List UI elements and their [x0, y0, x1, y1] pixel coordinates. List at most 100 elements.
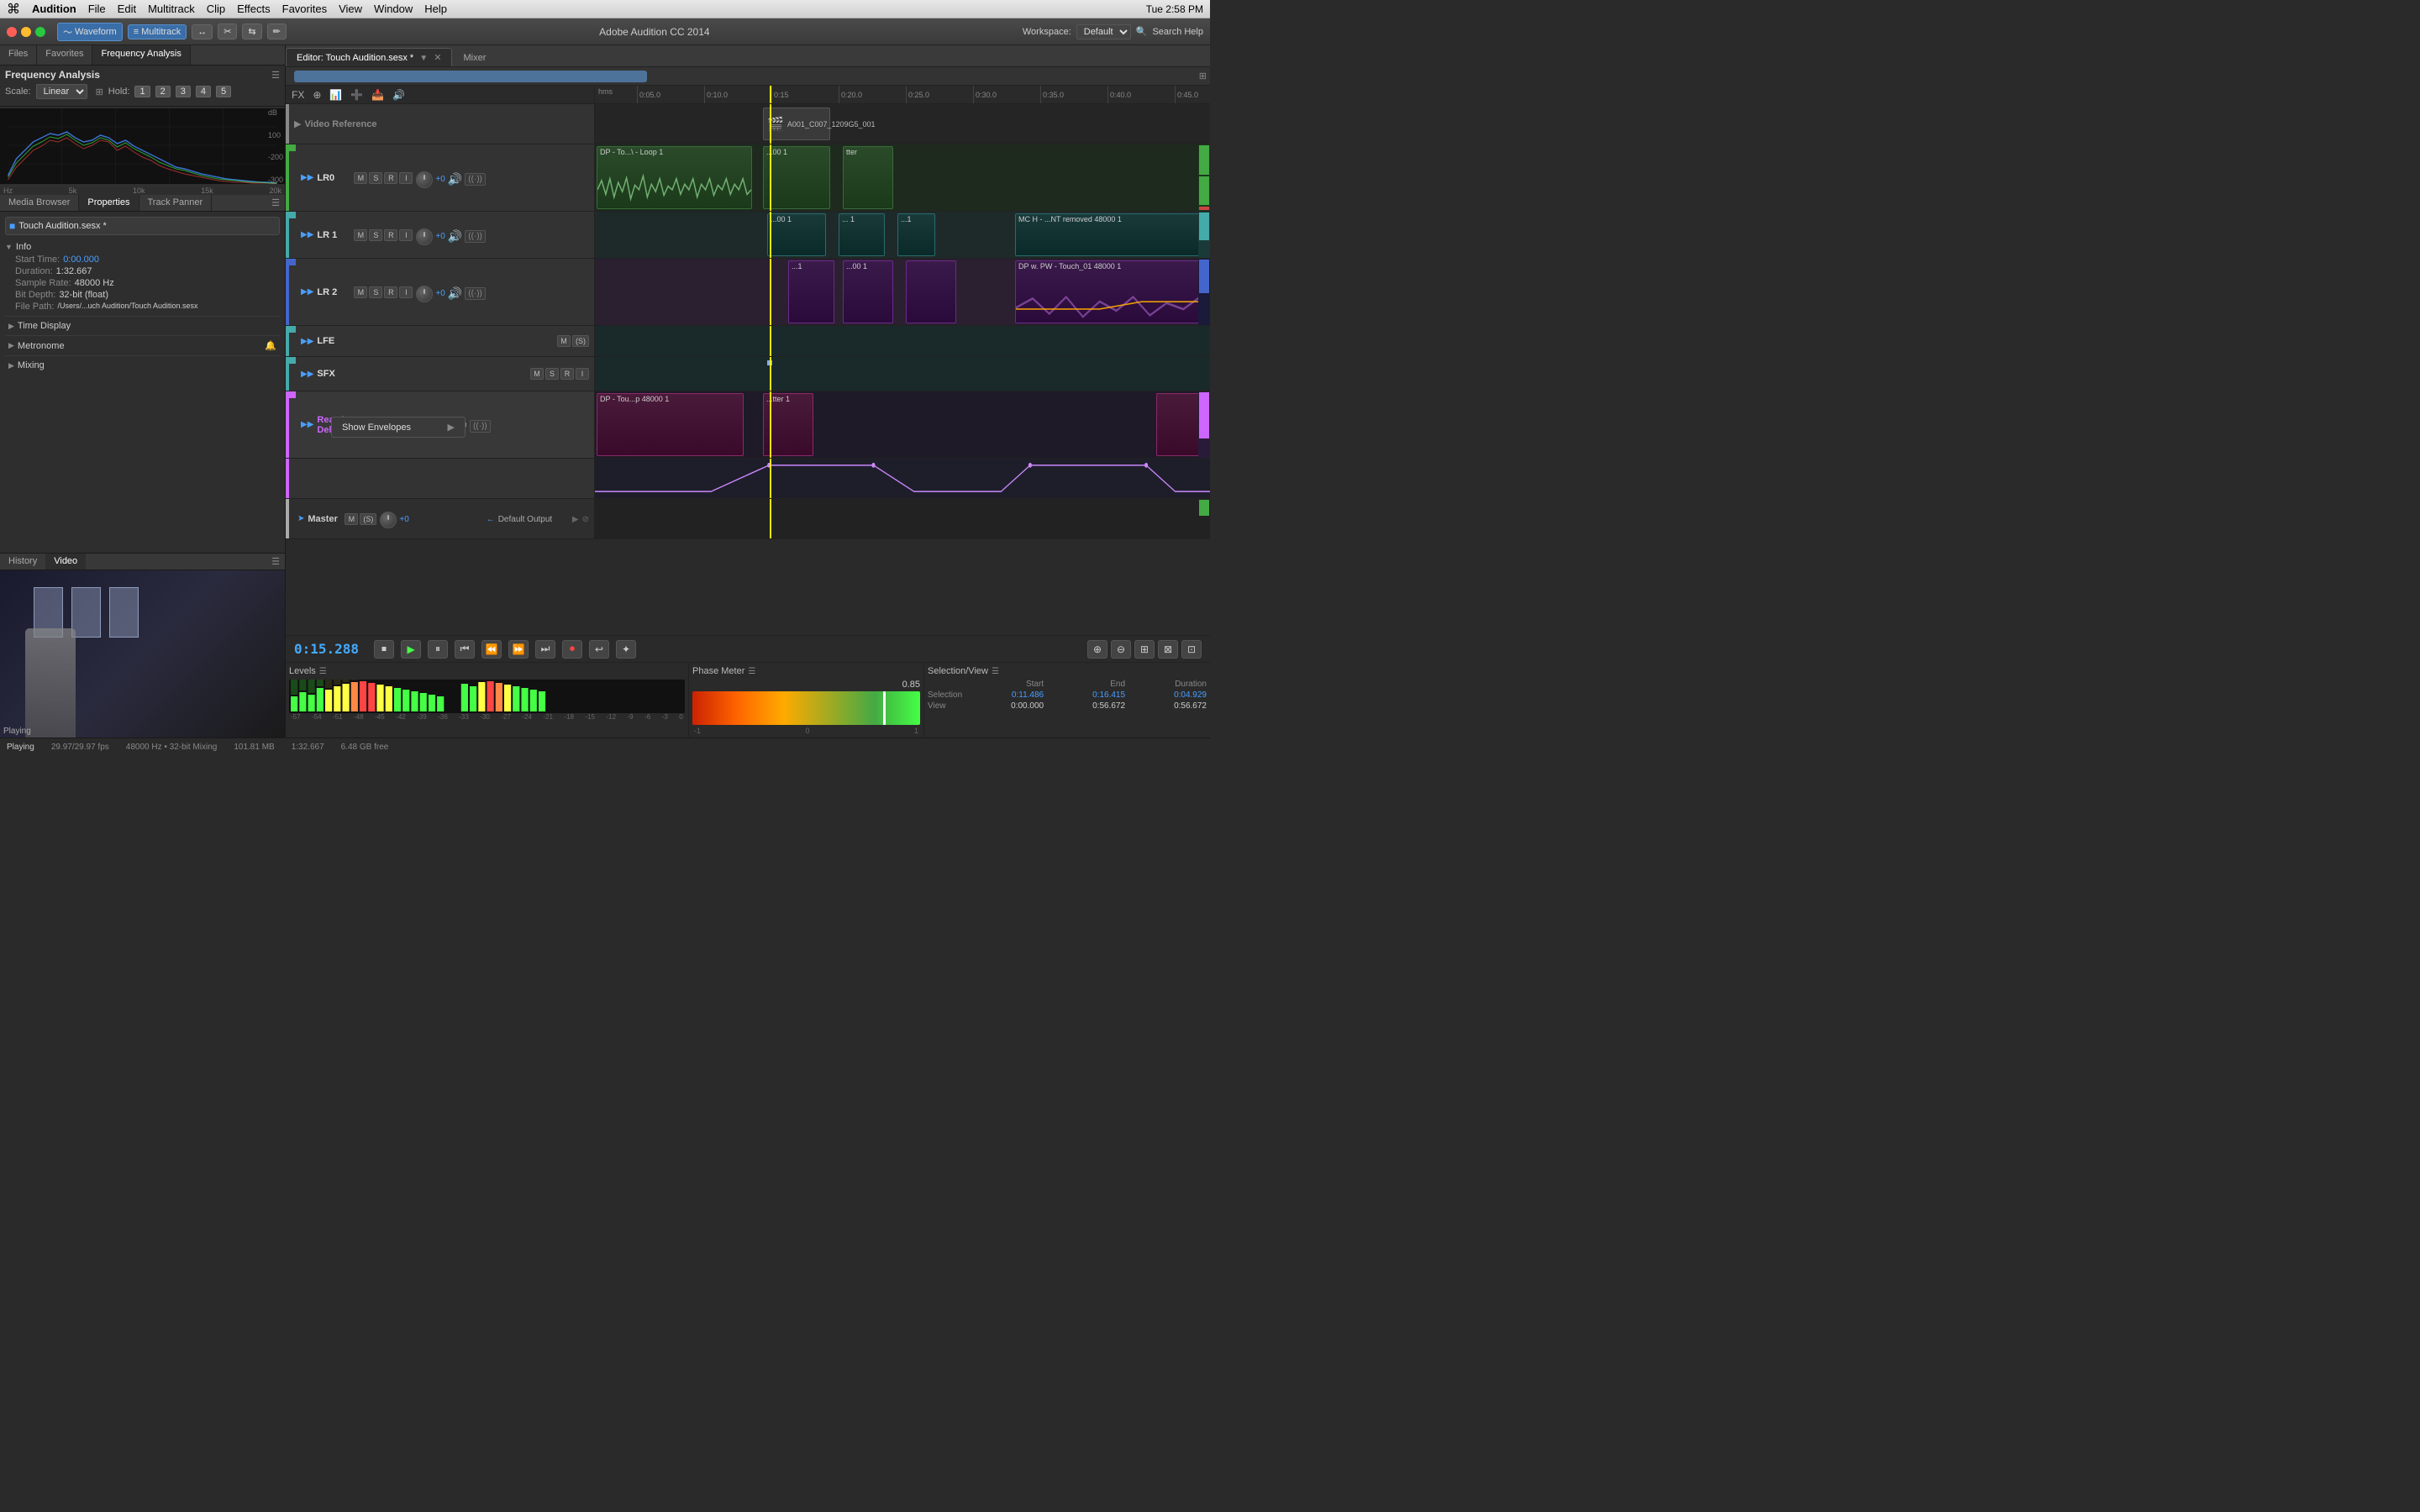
sfx-solo-btn[interactable]: S — [545, 368, 559, 380]
clip-rear1-1[interactable]: DP - Tou...p 48000 1 — [597, 393, 744, 456]
ff-btn[interactable]: ⏩ — [508, 640, 529, 659]
lr0-rec-btn[interactable]: R — [384, 172, 397, 184]
hold-btn-4[interactable]: 4 — [196, 86, 211, 97]
menu-edit[interactable]: Edit — [118, 3, 136, 15]
time-display-header[interactable]: ▶ Time Display — [5, 319, 280, 333]
rear1-expand[interactable]: ▶▶ — [301, 420, 313, 429]
clip-lr2-4[interactable]: DP w. PW - Touch_01 48000 1 — [1015, 260, 1210, 323]
tab-frequency-analysis[interactable]: Frequency Analysis — [92, 45, 190, 65]
goto-start-btn[interactable]: ⏮ — [455, 640, 475, 659]
tab-history[interactable]: History — [0, 554, 45, 570]
zoom-out-btn[interactable]: ⊖ — [1111, 640, 1131, 659]
session-item[interactable]: ■ Touch Audition.sesx * — [5, 217, 280, 235]
clip-lr2-2[interactable]: ...00 1 — [843, 260, 893, 323]
sfx-input-btn[interactable]: I — [576, 368, 589, 380]
show-envelopes-item[interactable]: Show Envelopes ▶ — [332, 417, 465, 437]
apple-menu[interactable]: ⌘ — [7, 1, 20, 18]
play-btn[interactable]: ▶ — [401, 640, 421, 659]
hold-btn-3[interactable]: 3 — [176, 86, 191, 97]
clip-lr1-4[interactable]: MC H - ...NT removed 48000 1 — [1015, 213, 1210, 256]
clip-lr2-3[interactable] — [906, 260, 956, 323]
lr1-rec-btn[interactable]: R — [384, 229, 397, 241]
track-content-lr2[interactable]: ...1 ...00 1 DP w. PW - Touch_01 48000 1 — [595, 259, 1210, 325]
fx-btn[interactable]: FX — [289, 88, 307, 102]
menu-view[interactable]: View — [339, 3, 362, 15]
metronome-header[interactable]: ▶ Metronome 🔔 — [5, 339, 280, 353]
clip-lr1-1[interactable]: ...00 1 — [767, 213, 826, 256]
hold-btn-5[interactable]: 5 — [216, 86, 231, 97]
tab-menu-icon[interactable]: ▼ — [419, 54, 428, 63]
menu-clip[interactable]: Clip — [207, 3, 225, 15]
tab-files[interactable]: Files — [0, 45, 37, 65]
sfx-rec-btn[interactable]: R — [560, 368, 574, 380]
zoom-sel-btn[interactable]: ⊡ — [1181, 640, 1202, 659]
tab-favorites[interactable]: Favorites — [37, 45, 92, 65]
lfe-mute-btn[interactable]: M — [557, 335, 571, 347]
lr2-rec-btn[interactable]: R — [384, 286, 397, 298]
tab-video[interactable]: Video — [45, 554, 86, 570]
track-content-video[interactable]: 🎬 A001_C007_1209G5_001 — [595, 104, 1210, 144]
master-output-arrow2[interactable]: ▶ — [572, 515, 579, 524]
stop-btn[interactable]: ⏹ — [374, 640, 394, 659]
input-btn[interactable]: 📥 — [369, 88, 387, 102]
tab-media-browser[interactable]: Media Browser — [0, 195, 79, 211]
lr2-solo-btn[interactable]: S — [369, 286, 382, 298]
lr0-mute-btn[interactable]: M — [354, 172, 367, 184]
track-content-rear1[interactable]: DP - Tou...p 48000 1 ...tter 1 — [595, 391, 1210, 458]
add-track-btn[interactable]: ➕ — [348, 88, 366, 102]
scale-select[interactable]: Linear — [36, 84, 87, 99]
menu-effects[interactable]: Effects — [237, 3, 271, 15]
track-content-sfx[interactable] — [595, 357, 1210, 391]
minimize-button[interactable] — [21, 27, 31, 37]
workspace-select[interactable]: Default — [1076, 24, 1131, 39]
copy-icon[interactable]: ⊞ — [96, 87, 103, 97]
envelope-track-content[interactable] — [595, 459, 1210, 498]
levels-menu-icon[interactable]: ☰ — [319, 667, 327, 676]
master-solo-btn[interactable]: (S) — [360, 513, 376, 525]
clip-lr1-3[interactable]: ...1 — [897, 213, 935, 256]
sfx-mute-btn[interactable]: M — [530, 368, 544, 380]
goto-end-btn[interactable]: ⏭ — [535, 640, 555, 659]
lr1-input-btn[interactable]: I — [399, 229, 413, 241]
lr1-mute-btn[interactable]: M — [354, 229, 367, 241]
ruler-timeline[interactable]: hms 0:05.0 0:10.0 0:15 0:20.0 0:25.0 0:3… — [595, 86, 1210, 103]
clip-lr0-2[interactable]: ...00 1 — [763, 146, 830, 209]
clip-lr0-3[interactable]: tter — [843, 146, 893, 209]
track-content-lr0[interactable]: DP - To...\ - Loop 1 ...00 1 tter — [595, 144, 1210, 211]
close-button[interactable] — [7, 27, 17, 37]
maximize-button[interactable] — [35, 27, 45, 37]
window-controls[interactable] — [7, 27, 45, 37]
tool-pencil[interactable]: ✏ — [267, 24, 287, 39]
menu-multitrack[interactable]: Multitrack — [148, 3, 195, 15]
lr2-input-btn[interactable]: I — [399, 286, 413, 298]
lr1-solo-btn[interactable]: S — [369, 229, 382, 241]
track-content-master[interactable] — [595, 499, 1210, 538]
editor-tab-main[interactable]: Editor: Touch Audition.sesx * ▼ ✕ — [286, 48, 452, 66]
track-content-lfe[interactable] — [595, 326, 1210, 356]
mixing-header[interactable]: ▶ Mixing — [5, 359, 280, 372]
output-btn[interactable]: 🔊 — [390, 88, 408, 102]
lr2-mute-btn[interactable]: M — [354, 286, 367, 298]
panel-menu-icon[interactable]: ☰ — [266, 195, 285, 211]
analyze-btn[interactable]: 📊 — [327, 88, 345, 102]
selection-menu-icon[interactable]: ☰ — [992, 667, 999, 676]
timeline-scrollbar[interactable]: ⊞ — [286, 67, 1210, 86]
show-envelopes-menu[interactable]: Show Envelopes ▶ — [331, 417, 466, 438]
zoom-in-btn[interactable]: ⊕ — [1087, 640, 1107, 659]
clip-lr1-2[interactable]: ... 1 — [839, 213, 885, 256]
hold-btn-2[interactable]: 2 — [155, 86, 171, 97]
tab-close-icon[interactable]: ✕ — [434, 53, 441, 63]
menu-file[interactable]: File — [88, 3, 106, 15]
video-panel-menu[interactable]: ☰ — [266, 554, 285, 570]
master-mute-btn[interactable]: M — [345, 513, 358, 525]
zoom-fit-btn[interactable]: ⊞ — [1134, 640, 1155, 659]
lr0-input-btn[interactable]: I — [399, 172, 413, 184]
punch-btn[interactable]: ✦ — [616, 640, 636, 659]
record-btn[interactable]: ⏺ — [562, 640, 582, 659]
rewind-btn[interactable]: ⏪ — [481, 640, 502, 659]
track-content-lr1[interactable]: ...00 1 ... 1 ...1 MC H - ...NT removed … — [595, 212, 1210, 258]
menu-window[interactable]: Window — [374, 3, 413, 15]
hold-btn-1[interactable]: 1 — [134, 86, 150, 97]
video-clip-1[interactable]: 🎬 A001_C007_1209G5_001 — [763, 108, 830, 140]
phase-menu-icon[interactable]: ☰ — [748, 667, 755, 676]
